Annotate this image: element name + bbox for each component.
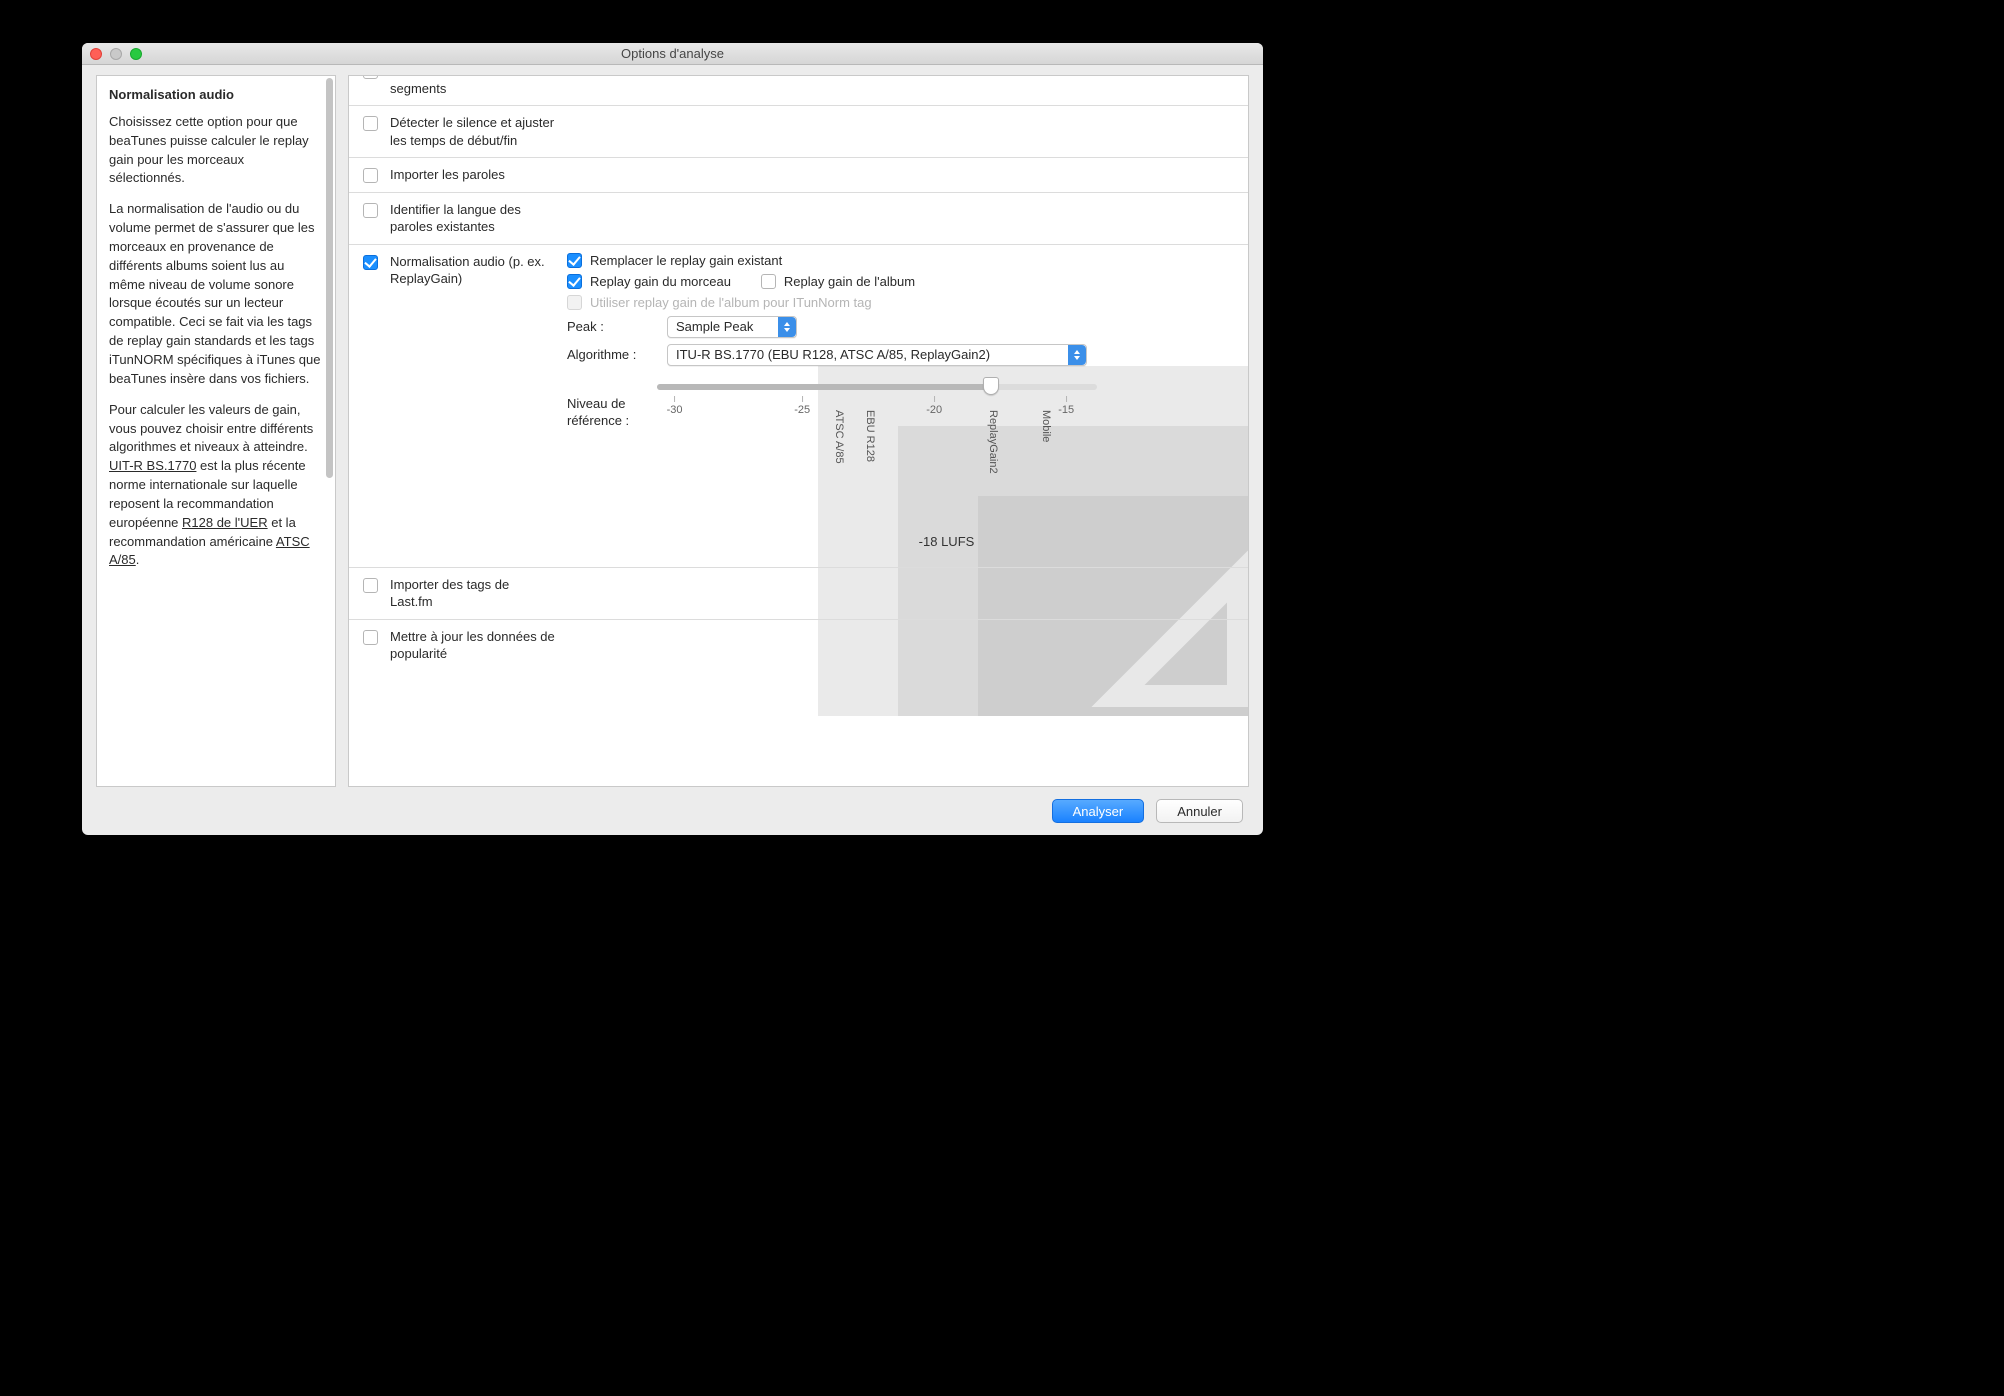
row-language: Identifier la langue des paroles existan… <box>349 193 1248 245</box>
checkbox-silence[interactable] <box>363 116 378 131</box>
label-algorithm: Algorithme : <box>567 347 657 362</box>
select-peak[interactable]: Sample Peak <box>667 316 797 338</box>
label-reference-level: Niveau de référence : <box>567 396 657 430</box>
checkbox-language[interactable] <box>363 203 378 218</box>
checkbox-popularity[interactable] <box>363 630 378 645</box>
cancel-button[interactable]: Annuler <box>1156 799 1243 823</box>
label-language: Identifier la langue des paroles existan… <box>390 201 555 236</box>
link-r128[interactable]: R128 de l'UER <box>182 515 268 530</box>
slider-ticks: -30 -25 -20 -15 ATSC A/85 EBU R128 Repla… <box>657 396 1097 466</box>
dialog-body: Normalisation audio Choisissez cette opt… <box>82 65 1263 787</box>
lufs-readout: -18 LUFS <box>657 534 1236 549</box>
label-silence: Détecter le silence et ajuster les temps… <box>390 114 555 149</box>
chevron-updown-icon <box>778 317 796 337</box>
slider-reference-level[interactable] <box>657 384 1097 390</box>
label-normalisation: Normalisation audio (p. ex. ReplayGain) <box>390 253 555 288</box>
checkbox-replace-gain[interactable] <box>567 253 582 268</box>
options-panel: Rechercher similarités et segments Détec… <box>348 75 1249 787</box>
window-title: Options d'analyse <box>82 46 1263 61</box>
select-algorithm[interactable]: ITU-R BS.1770 (EBU R128, ATSC A/85, Repl… <box>667 344 1087 366</box>
label-album-gain: Replay gain de l'album <box>784 274 915 289</box>
row-silence: Détecter le silence et ajuster les temps… <box>349 106 1248 158</box>
row-popularity: Mettre à jour les données de popularité <box>349 620 1248 671</box>
link-uit[interactable]: UIT-R BS.1770 <box>109 458 196 473</box>
sidebar-paragraph-2: La normalisation de l'audio ou du volume… <box>109 200 323 388</box>
label-lyrics: Importer les paroles <box>390 166 555 184</box>
checkbox-lyrics[interactable] <box>363 168 378 183</box>
label-track-gain: Replay gain du morceau <box>590 274 731 289</box>
checkbox-album-gain[interactable] <box>761 274 776 289</box>
chevron-updown-icon <box>1068 345 1086 365</box>
label-peak: Peak : <box>567 319 657 334</box>
label-itunnorm: Utiliser replay gain de l'album pour ITu… <box>590 295 872 310</box>
checkbox-track-gain[interactable] <box>567 274 582 289</box>
option-rows: Rechercher similarités et segments Détec… <box>349 75 1248 671</box>
sidebar-paragraph-3: Pour calculer les valeurs de gain, vous … <box>109 401 323 571</box>
label-lastfm: Importer des tags de Last.fm <box>390 576 555 611</box>
checkbox-itunnorm <box>567 295 582 310</box>
label-similarities: Rechercher similarités et segments <box>390 75 555 97</box>
analyze-button[interactable]: Analyser <box>1052 799 1145 823</box>
row-normalisation: Normalisation audio (p. ex. ReplayGain) … <box>349 245 1248 568</box>
dialog-window: Options d'analyse Normalisation audio Ch… <box>82 43 1263 835</box>
sidebar-paragraph-1: Choisissez cette option pour que beaTune… <box>109 113 323 188</box>
label-replace-gain: Remplacer le replay gain existant <box>590 253 782 268</box>
slider-thumb[interactable] <box>983 377 999 395</box>
checkbox-similarities[interactable] <box>363 75 378 79</box>
row-lastfm: Importer des tags de Last.fm <box>349 568 1248 620</box>
sidebar-heading: Normalisation audio <box>109 86 323 105</box>
sidebar-scrollbar[interactable] <box>326 78 333 478</box>
row-lyrics: Importer les paroles <box>349 158 1248 193</box>
dialog-footer: Analyser Annuler <box>82 787 1263 835</box>
titlebar: Options d'analyse <box>82 43 1263 65</box>
row-similarities: Rechercher similarités et segments <box>349 75 1248 106</box>
label-popularity: Mettre à jour les données de popularité <box>390 628 555 663</box>
normalisation-controls: Remplacer le replay gain existant Replay… <box>567 253 1236 549</box>
checkbox-normalisation[interactable] <box>363 255 378 270</box>
checkbox-lastfm[interactable] <box>363 578 378 593</box>
help-sidebar: Normalisation audio Choisissez cette opt… <box>96 75 336 787</box>
